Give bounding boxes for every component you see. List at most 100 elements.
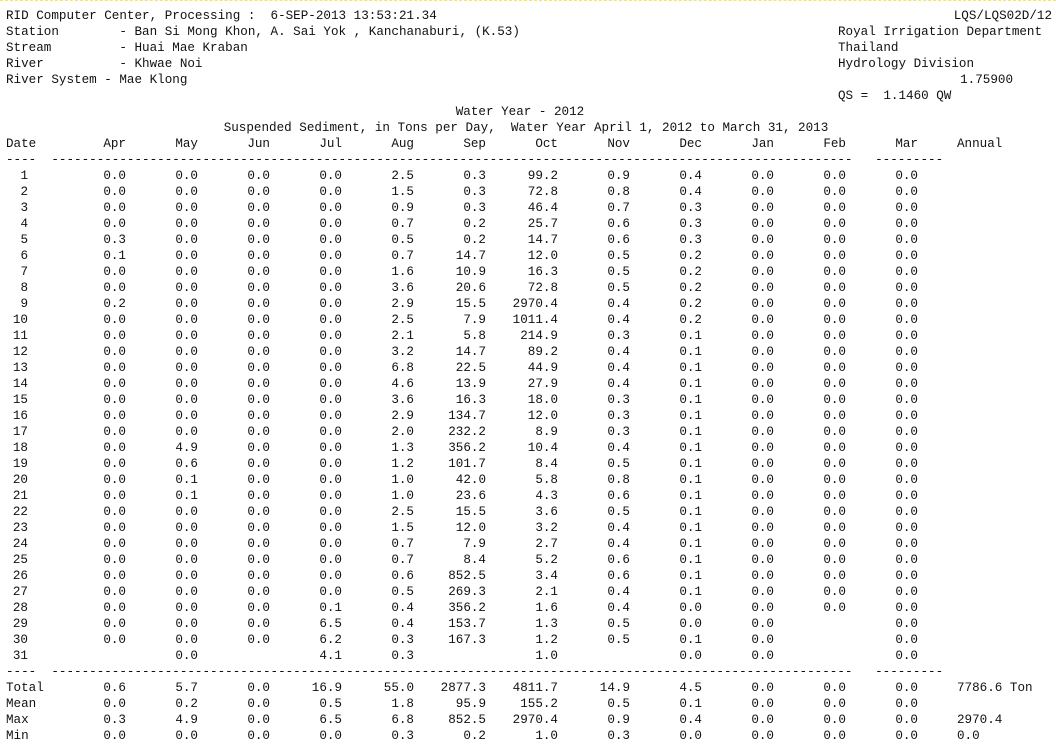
value-cell: 0.3	[679, 217, 702, 231]
value-cell: 0.0	[823, 537, 846, 551]
value-cell: 8.9	[535, 425, 558, 439]
value-cell: 0.0	[319, 361, 342, 375]
summary-value-cell: 4.9	[175, 713, 198, 727]
value-cell: 12.0	[527, 249, 558, 263]
column-header-sep: Sep	[463, 137, 486, 151]
summary-value-cell: 0.0	[895, 697, 918, 711]
summary-label-total: Total	[6, 681, 44, 695]
value-cell: 0.0	[175, 585, 198, 599]
value-cell: 5.2	[535, 553, 558, 567]
value-cell: 0.0	[247, 457, 270, 471]
value-cell: 0.1	[679, 585, 702, 599]
summary-value-cell: 852.5	[448, 713, 486, 727]
value-cell: 0.9	[391, 201, 414, 215]
summary-value-cell: 0.2	[175, 697, 198, 711]
summary-rule: ---- -----------------------------------…	[6, 665, 944, 679]
value-cell: 0.0	[751, 361, 774, 375]
coefficient-value: 1.75900	[960, 73, 1013, 87]
value-cell: 0.0	[175, 345, 198, 359]
value-cell: 0.0	[103, 505, 126, 519]
summary-value-cell: 95.9	[455, 697, 486, 711]
value-cell: 0.4	[391, 617, 414, 631]
value-cell: 0.4	[607, 297, 630, 311]
value-cell: 0.0	[895, 233, 918, 247]
value-cell: 0.0	[895, 553, 918, 567]
column-header-dec: Dec	[679, 137, 702, 151]
value-cell: 0.0	[751, 297, 774, 311]
value-cell: 0.7	[391, 249, 414, 263]
value-cell: 0.0	[103, 361, 126, 375]
value-cell: 0.0	[895, 537, 918, 551]
day-cell: 18	[12, 441, 28, 455]
value-cell: 0.0	[247, 425, 270, 439]
value-cell: 0.0	[319, 425, 342, 439]
value-cell: 0.1	[103, 249, 126, 263]
value-cell: 0.8	[607, 185, 630, 199]
value-cell: 0.1	[679, 521, 702, 535]
value-cell: 0.2	[103, 297, 126, 311]
value-cell: 20.6	[455, 281, 486, 295]
value-cell: 0.4	[607, 601, 630, 615]
value-cell: 153.7	[448, 617, 486, 631]
value-cell: 1011.4	[512, 313, 558, 327]
value-cell: 18.0	[527, 393, 558, 407]
value-cell: 1.0	[391, 473, 414, 487]
value-cell: 0.0	[247, 185, 270, 199]
value-cell: 44.9	[527, 361, 558, 375]
day-cell: 6	[20, 249, 28, 263]
value-cell: 0.1	[679, 489, 702, 503]
value-cell: 0.5	[607, 457, 630, 471]
summary-value-cell: 0.0	[247, 681, 270, 695]
value-cell: 0.0	[103, 185, 126, 199]
value-cell: 0.0	[175, 633, 198, 647]
summary-value-cell: 0.0	[895, 713, 918, 727]
value-cell: 10.4	[527, 441, 558, 455]
value-cell: 3.6	[391, 281, 414, 295]
value-cell: 0.0	[247, 329, 270, 343]
value-cell: 0.0	[823, 489, 846, 503]
value-cell: 356.2	[448, 601, 486, 615]
value-cell: 0.0	[823, 201, 846, 215]
value-cell: 0.7	[391, 217, 414, 231]
value-cell: 0.0	[103, 617, 126, 631]
column-header-annual: Annual	[957, 137, 1003, 151]
value-cell: 0.0	[751, 233, 774, 247]
value-cell: 167.3	[448, 633, 486, 647]
value-cell: 0.0	[823, 345, 846, 359]
value-cell: 0.0	[823, 185, 846, 199]
value-cell: 0.5	[607, 617, 630, 631]
value-cell: 0.0	[103, 489, 126, 503]
value-cell: 6.5	[319, 617, 342, 631]
value-cell: 0.0	[175, 537, 198, 551]
value-cell: 0.0	[895, 281, 918, 295]
value-cell: 0.5	[607, 249, 630, 263]
value-cell: 0.1	[679, 393, 702, 407]
value-cell: 0.6	[607, 569, 630, 583]
value-cell: 134.7	[448, 409, 486, 423]
value-cell: 0.4	[391, 601, 414, 615]
value-cell: 0.0	[319, 585, 342, 599]
value-cell: 0.0	[751, 409, 774, 423]
value-cell: 0.0	[895, 489, 918, 503]
value-cell: 1.0	[535, 649, 558, 663]
value-cell: 0.0	[895, 617, 918, 631]
day-cell: 13	[12, 361, 28, 375]
summary-label-mean: Mean	[6, 697, 37, 711]
value-cell: 0.0	[247, 617, 270, 631]
value-cell: 0.7	[391, 553, 414, 567]
value-cell: 0.0	[823, 249, 846, 263]
value-cell: 0.0	[751, 265, 774, 279]
value-cell: 3.6	[391, 393, 414, 407]
value-cell: 0.0	[103, 569, 126, 583]
value-cell: 0.0	[823, 281, 846, 295]
value-cell: 0.0	[319, 249, 342, 263]
summary-label-max: Max	[6, 713, 29, 727]
day-cell: 1	[20, 169, 28, 183]
value-cell: 0.1	[679, 633, 702, 647]
day-cell: 28	[12, 601, 28, 615]
value-cell: 0.0	[823, 393, 846, 407]
value-cell: 1.6	[535, 601, 558, 615]
value-cell: 0.0	[895, 569, 918, 583]
value-cell: 0.2	[463, 233, 486, 247]
value-cell: 0.0	[823, 329, 846, 343]
